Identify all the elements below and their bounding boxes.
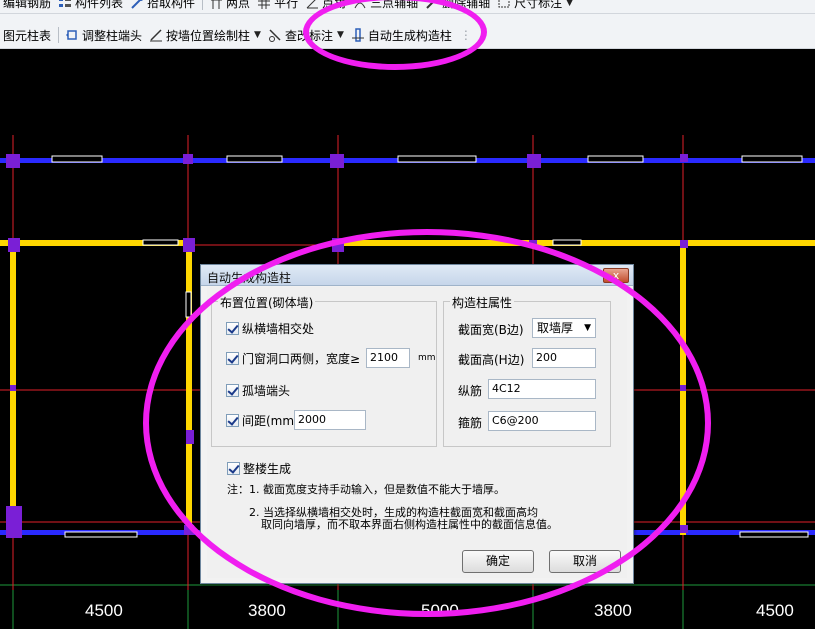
- whole-building-label: 整楼生成: [243, 461, 292, 476]
- delete-axis-label: 删除辅轴: [442, 0, 491, 10]
- door-window-width-input[interactable]: 2100: [366, 348, 410, 368]
- cross-wall-checkbox[interactable]: [226, 321, 239, 335]
- column-table-label: 图元柱表: [3, 28, 52, 43]
- three-point-axis-button[interactable]: 三点辅轴: [350, 0, 421, 10]
- door-window-checkbox[interactable]: [226, 351, 239, 365]
- parallel-icon: [257, 0, 271, 10]
- auto-generate-column-label: 自动生成构造柱: [367, 28, 452, 43]
- draw-column-by-wall-label: 按墙位置绘制柱: [166, 28, 251, 43]
- pick-component-icon: [130, 0, 144, 10]
- delete-axis-button[interactable]: 删除辅轴: [422, 0, 493, 10]
- chevron-down-icon[interactable]: ▼: [566, 0, 573, 8]
- isolated-wall-option[interactable]: 孤墙端头: [226, 380, 290, 400]
- toolbar-divider: [202, 0, 204, 10]
- column-toolbar: 图元柱表 调整柱端头 按墙位置绘制柱 ▼ 查改标注 ▼ 自动生成构造柱 ⋮: [0, 14, 815, 49]
- adjust-column-end-button[interactable]: 调整柱端头: [62, 24, 145, 46]
- longitudinal-rebar-label: 纵筋: [458, 384, 483, 398]
- edit-rebar-label: 编辑钢筋: [3, 0, 52, 10]
- adjust-column-end-label: 调整柱端头: [82, 28, 143, 43]
- section-width-label: 截面宽(B边): [458, 323, 524, 337]
- chevron-down-icon[interactable]: ▼: [254, 30, 261, 40]
- toolbar-divider: [58, 27, 60, 43]
- placement-group-title: 布置位置(砌体墙): [218, 294, 316, 311]
- column-table-button[interactable]: 图元柱表: [0, 24, 54, 46]
- door-window-option[interactable]: 门窗洞口两侧，宽度≥: [226, 348, 360, 368]
- close-icon: x: [612, 269, 620, 282]
- parallel-button[interactable]: 平行: [254, 0, 301, 10]
- delete-axis-icon: [425, 0, 439, 10]
- dialog-body: 布置位置(砌体墙) 纵横墙相交处 门窗洞口两侧，宽度≥ 2100 mm 孤墙端头…: [207, 287, 627, 578]
- door-window-unit: mm: [418, 353, 436, 363]
- spacing-checkbox[interactable]: [226, 413, 239, 427]
- auto-generate-column-dialog: 自动生成构造柱 x 布置位置(砌体墙) 纵横墙相交处 门窗洞口两侧，宽度≥ 21…: [200, 264, 634, 584]
- top-toolbar: 编辑钢筋 构件列表 拾取构件 两点 平行 点角 三点辅轴 删除辅轴 尺寸标注 ▼: [0, 0, 815, 14]
- close-button[interactable]: x: [603, 268, 629, 283]
- pick-component-label: 拾取构件: [147, 0, 196, 10]
- auto-generate-column-button[interactable]: 自动生成构造柱: [348, 24, 455, 46]
- two-point-label: 两点: [226, 0, 251, 10]
- dimension-button[interactable]: 尺寸标注 ▼: [494, 0, 576, 10]
- dialog-title: 自动生成构造柱: [207, 271, 292, 285]
- point-angle-button[interactable]: 点角: [302, 0, 349, 10]
- property-group: 构造柱属性 截面宽(B边) 取墙厚 ▼ 截面高(H边) 200 纵筋 4C12 …: [443, 294, 611, 447]
- whole-building-checkbox[interactable]: [227, 461, 240, 475]
- ok-button[interactable]: 确定: [462, 550, 534, 573]
- component-list-button[interactable]: 构件列表: [55, 0, 126, 10]
- spacing-option[interactable]: 间距(mm): [226, 410, 299, 430]
- isolated-wall-checkbox[interactable]: [226, 383, 239, 397]
- point-angle-label: 点角: [322, 0, 347, 10]
- draw-column-by-wall-button[interactable]: 按墙位置绘制柱 ▼: [146, 24, 264, 46]
- auto-generate-column-icon: [351, 28, 365, 42]
- whole-building-option[interactable]: 整楼生成: [227, 458, 291, 478]
- section-height-label: 截面高(H边): [458, 353, 525, 367]
- section-width-select[interactable]: 取墙厚 ▼: [532, 318, 596, 338]
- note-1: 注：1. 截面宽度支持手动输入，但是数值不能大于墙厚。: [227, 483, 505, 496]
- stirrup-label: 箍筋: [458, 416, 483, 430]
- chevron-down-icon[interactable]: ▼: [337, 30, 344, 40]
- dimension-label: 3800: [248, 601, 286, 620]
- dimension-label: 4500: [756, 601, 794, 620]
- section-width-value: 取墙厚: [537, 321, 574, 335]
- edit-annotation-button[interactable]: 查改标注 ▼: [265, 24, 347, 46]
- edit-annotation-icon: [268, 28, 282, 42]
- placement-group: 布置位置(砌体墙) 纵横墙相交处 门窗洞口两侧，宽度≥ 2100 mm 孤墙端头…: [211, 294, 437, 447]
- component-list-icon: [58, 0, 72, 10]
- spacing-label: 间距(mm): [242, 413, 299, 428]
- three-point-axis-label: 三点辅轴: [370, 0, 419, 10]
- three-point-axis-icon: [353, 0, 367, 10]
- edit-annotation-label: 查改标注: [284, 28, 333, 43]
- dimension-label: 4500: [85, 601, 123, 620]
- pick-component-button[interactable]: 拾取构件: [127, 0, 198, 10]
- two-point-button[interactable]: 两点: [206, 0, 253, 10]
- component-list-label: 构件列表: [75, 0, 124, 10]
- section-height-input[interactable]: 200: [532, 348, 596, 368]
- two-point-icon: [209, 0, 223, 10]
- cancel-button[interactable]: 取消: [549, 550, 621, 573]
- draw-column-by-wall-icon: [149, 28, 163, 42]
- longitudinal-rebar-input[interactable]: 4C12: [488, 379, 596, 399]
- point-angle-icon: [305, 0, 319, 10]
- isolated-wall-label: 孤墙端头: [242, 383, 291, 398]
- dimension-label: 3800: [594, 601, 632, 620]
- dimension-label: 尺寸标注: [514, 0, 563, 10]
- stirrup-input[interactable]: C6@200: [488, 411, 596, 431]
- dialog-titlebar[interactable]: 自动生成构造柱 x: [201, 265, 633, 286]
- cross-wall-label: 纵横墙相交处: [242, 321, 315, 336]
- cross-wall-option[interactable]: 纵横墙相交处: [226, 318, 314, 338]
- dimension-icon: [497, 0, 511, 10]
- adjust-column-end-icon: [65, 28, 79, 42]
- door-window-label: 门窗洞口两侧，宽度≥: [242, 351, 361, 366]
- dimension-label: 5000: [421, 601, 459, 620]
- edit-rebar-button[interactable]: 编辑钢筋: [0, 0, 54, 10]
- parallel-label: 平行: [274, 0, 299, 10]
- spacing-input[interactable]: 2000: [294, 410, 366, 430]
- note-2-line-2: 取同向墙厚，而不取本界面右侧构造柱属性中的截面信息值。: [261, 518, 558, 531]
- chevron-down-icon: ▼: [584, 323, 591, 333]
- property-group-title: 构造柱属性: [450, 294, 515, 311]
- toolbar-grip: ⋮: [459, 28, 472, 42]
